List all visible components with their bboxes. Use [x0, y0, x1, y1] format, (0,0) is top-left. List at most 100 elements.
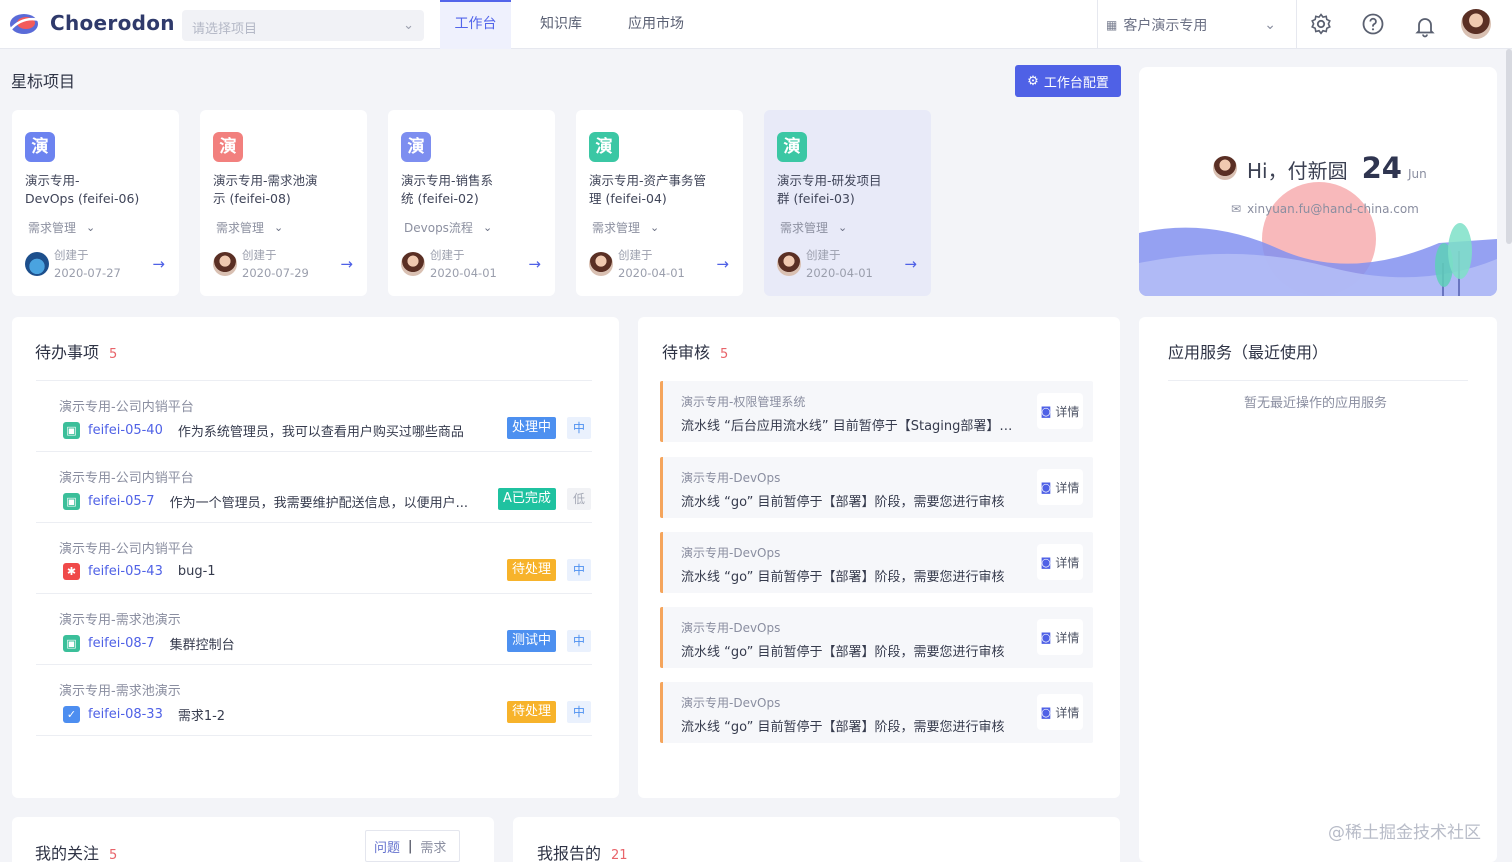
- priority-badge: 中: [567, 559, 591, 581]
- detail-label: 详情: [1055, 705, 1080, 720]
- building-icon: ▦: [1106, 17, 1118, 32]
- bell-icon[interactable]: [1413, 14, 1437, 38]
- greeting-day: 24: [1361, 151, 1402, 185]
- project-footer: 创建于 2020-07-29 →: [213, 246, 353, 282]
- help-icon[interactable]: [1361, 12, 1385, 36]
- review-item[interactable]: 演示专用-DevOps 流水线 “go” 目前暂停于【部署】阶段，需要您进行审核…: [660, 682, 1093, 743]
- project-created: 创建于 2020-04-01: [618, 248, 685, 280]
- arrow-right-icon[interactable]: →: [716, 255, 729, 273]
- priority-badge: 中: [567, 630, 591, 652]
- project-name: 演示专用-研发项目群 (feifei-03): [777, 173, 882, 206]
- tab-app-market[interactable]: 应用市场: [611, 0, 701, 49]
- todo-item[interactable]: 演示专用-公司内销平台 ▣ feifei-05-40 作为系统管理员，我可以查看…: [36, 381, 592, 452]
- tab-issue[interactable]: 问题: [374, 837, 400, 856]
- issue-summary: 作为系统管理员，我可以查看用户购买过哪些商品: [177, 425, 464, 440]
- detail-button[interactable]: ◙ 详情: [1037, 393, 1083, 429]
- chevron-down-icon: ⌄: [403, 18, 414, 33]
- divider: [1168, 380, 1468, 381]
- chevron-down-icon: ⌄: [838, 221, 848, 234]
- project-footer: 创建于 2020-07-27 →: [25, 246, 165, 282]
- project-select[interactable]: 请选择项目 ⌄: [182, 10, 424, 41]
- email-text: xinyuan.fu@hand-china.com: [1247, 202, 1419, 216]
- issue-id[interactable]: feifei-05-43: [88, 564, 163, 579]
- search-doc-icon: ◙: [1040, 630, 1052, 644]
- review-project: 演示专用-DevOps: [681, 696, 781, 710]
- project-card[interactable]: 演 演示专用-需求池演示 (feifei-08) 需求管理 ⌄ 创建于 2020-0…: [200, 110, 367, 296]
- choerodon-logo-icon: [9, 14, 41, 34]
- issue-id[interactable]: feifei-05-40: [88, 423, 163, 438]
- review-message: 流水线 “go” 目前暂停于【部署】阶段，需要您进行审核: [681, 495, 1005, 510]
- user-avatar[interactable]: [1461, 9, 1491, 39]
- issue-id[interactable]: feifei-08-33: [88, 707, 163, 722]
- arrow-right-icon[interactable]: →: [340, 255, 353, 273]
- project-type-select[interactable]: 需求管理 ⌄: [213, 219, 355, 236]
- review-item[interactable]: 演示专用-DevOps 流水线 “go” 目前暂停于【部署】阶段，需要您进行审核…: [660, 607, 1093, 668]
- review-item[interactable]: 演示专用-DevOps 流水线 “go” 目前暂停于【部署】阶段，需要您进行审核…: [660, 457, 1093, 518]
- story-icon: ▣: [63, 493, 80, 510]
- chevron-down-icon: ⌄: [274, 221, 284, 234]
- project-created: 创建于 2020-07-29: [242, 248, 309, 280]
- status-badge: 处理中: [507, 417, 557, 439]
- todo-item[interactable]: 演示专用-公司内销平台 ▣ feifei-05-7 作为一个管理员，我需要维护配…: [36, 452, 592, 523]
- project-type-select[interactable]: 需求管理 ⌄: [589, 219, 731, 236]
- todo-item[interactable]: 演示专用-需求池演示 ▣ feifei-08-7 集群控制台 测试中 中: [36, 594, 592, 665]
- tenant-select[interactable]: ▦ 客户演示专用 ⌄: [1097, 0, 1297, 49]
- detail-button[interactable]: ◙ 详情: [1037, 544, 1083, 580]
- tab-knowledge[interactable]: 知识库: [523, 0, 599, 49]
- todo-project: 演示专用-需求池演示: [59, 613, 181, 628]
- review-project: 演示专用-DevOps: [681, 546, 781, 560]
- project-type-select[interactable]: Devops流程 ⌄: [401, 219, 543, 236]
- detail-button[interactable]: ◙ 详情: [1037, 619, 1083, 655]
- page-scrollbar[interactable]: [1506, 49, 1512, 244]
- project-type-select[interactable]: 需求管理 ⌄: [25, 219, 167, 236]
- todo-count: 5: [109, 347, 118, 362]
- todo-project: 演示专用-需求池演示: [59, 684, 181, 699]
- chevron-down-icon: ⌄: [482, 221, 493, 234]
- tab-workbench[interactable]: 工作台: [440, 0, 511, 49]
- starred-title: 星标项目: [11, 72, 76, 91]
- search-doc-icon: ◙: [1040, 480, 1052, 494]
- app-logo[interactable]: Choerodon: [8, 10, 175, 36]
- todo-line: ▣ feifei-05-7 作为一个管理员，我需要维护配送信息，以便用户...: [63, 492, 468, 511]
- project-name: 演示专用-需求池演示 (feifei-08): [213, 173, 318, 206]
- project-badge: 演: [401, 132, 431, 162]
- review-project: 演示专用-DevOps: [681, 471, 781, 485]
- project-card[interactable]: 演 演示专用-销售系统 (feifei-02) Devops流程 ⌄ 创建于 202…: [388, 110, 555, 296]
- project-name: 演示专用-资产事务管理 (feifei-04): [589, 173, 707, 206]
- project-card[interactable]: 演 演示专用-研发项目群 (feifei-03) 需求管理 ⌄ 创建于 2020-0…: [764, 110, 931, 296]
- issue-id[interactable]: feifei-08-7: [88, 636, 155, 651]
- priority-badge: 中: [567, 417, 591, 439]
- todo-line: ▣ feifei-05-40 作为系统管理员，我可以查看用户购买过哪些商品: [63, 421, 464, 440]
- arrow-right-icon[interactable]: →: [904, 255, 917, 273]
- detail-button[interactable]: ◙ 详情: [1037, 469, 1083, 505]
- greeting-row: Hi，付新圆 24 Jun: [1213, 151, 1427, 185]
- main-nav: 工作台 知识库 应用市场: [440, 0, 713, 49]
- story-icon: ▣: [63, 635, 80, 652]
- todo-project: 演示专用-公司内销平台: [59, 471, 194, 486]
- reported-count: 21: [611, 848, 628, 862]
- chevron-down-icon: ⌄: [650, 221, 660, 234]
- issue-id[interactable]: feifei-05-7: [88, 494, 155, 509]
- todo-item[interactable]: 演示专用-公司内销平台 ✱ feifei-05-43 bug-1 待处理 中: [36, 523, 592, 594]
- arrow-right-icon[interactable]: →: [528, 255, 541, 273]
- project-footer: 创建于 2020-04-01 →: [589, 246, 729, 282]
- tab-requirement[interactable]: 需求: [420, 837, 446, 856]
- review-item[interactable]: 演示专用-权限管理系统 流水线 “后台应用流水线” 目前暂停于【Staging部…: [660, 381, 1093, 442]
- detail-label: 详情: [1055, 480, 1080, 495]
- project-card[interactable]: 演 演示专用- DevOps (feifei-06) 需求管理 ⌄ 创建于 2020-…: [12, 110, 179, 296]
- todo-item[interactable]: 演示专用-需求池演示 ✓ feifei-08-33 需求1-2 待处理 中: [36, 665, 592, 736]
- tab-separator: |: [408, 838, 413, 854]
- review-title: 待审核 5: [662, 343, 729, 362]
- priority-badge: 中: [567, 701, 591, 723]
- review-item[interactable]: 演示专用-DevOps 流水线 “go” 目前暂停于【部署】阶段，需要您进行审核…: [660, 532, 1093, 593]
- workbench-config-button[interactable]: ⚙ 工作台配置: [1015, 65, 1121, 97]
- arrow-right-icon[interactable]: →: [152, 255, 165, 273]
- project-type-select[interactable]: 需求管理 ⌄: [777, 219, 919, 236]
- gear-icon[interactable]: [1309, 12, 1333, 36]
- project-footer: 创建于 2020-04-01 →: [401, 246, 541, 282]
- story-icon: ▣: [63, 422, 80, 439]
- detail-button[interactable]: ◙ 详情: [1037, 694, 1083, 730]
- follow-count: 5: [109, 848, 118, 862]
- project-card[interactable]: 演 演示专用-资产事务管理 (feifei-04) 需求管理 ⌄ 创建于 2020-…: [576, 110, 743, 296]
- watermark: @稀土掘金技术社区: [1328, 823, 1481, 843]
